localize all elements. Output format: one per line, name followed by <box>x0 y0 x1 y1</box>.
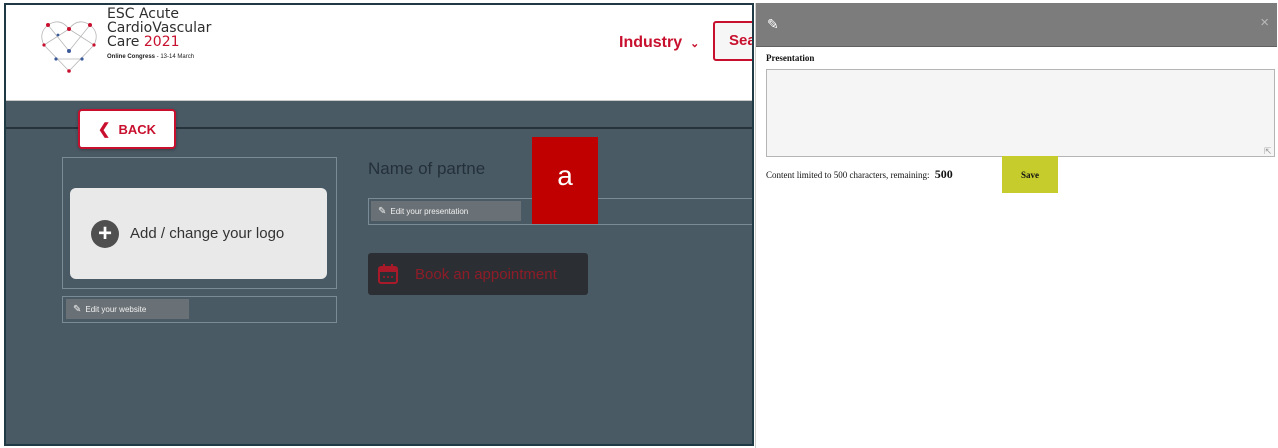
partner-page: ESC Acute CardioVascular Care 2021 Onlin… <box>4 3 754 446</box>
remaining-count: 500 <box>934 167 953 181</box>
plus-circle-icon: + <box>91 219 119 248</box>
congress-logo-text: ESC Acute CardioVascular Care 2021 Onlin… <box>107 7 211 62</box>
site-header: ESC Acute CardioVascular Care 2021 Onlin… <box>6 5 752 101</box>
calendar-icon <box>378 264 398 284</box>
book-appointment-button[interactable]: Book an appointment <box>368 253 588 295</box>
logo-care: Care <box>107 34 140 50</box>
pencil-icon: ✎ <box>378 205 387 217</box>
edit-website-label: Edit your website <box>85 304 147 314</box>
figure-callout-label: a <box>532 137 598 224</box>
close-icon[interactable]: × <box>1260 14 1269 31</box>
industry-menu-label: Industry <box>619 34 683 51</box>
book-appointment-label: Book an appointment <box>415 265 557 283</box>
heart-logo-icon <box>41 21 97 73</box>
edit-website-button[interactable]: ✎ Edit your website <box>66 299 189 319</box>
change-logo-label: Add / change your logo <box>130 225 285 242</box>
logo-year: 2021 <box>143 34 180 50</box>
search-button[interactable]: Sea <box>713 21 752 61</box>
change-logo-button[interactable]: + Add / change your logo <box>70 188 327 279</box>
edit-presentation-label: Edit your presentation <box>390 206 469 216</box>
presentation-field-label: Presentation <box>766 53 815 63</box>
logo-line-2: CardioVascular <box>107 20 212 36</box>
chevron-down-icon: ⌄ <box>690 37 700 50</box>
back-label: BACK <box>118 121 157 137</box>
back-button[interactable]: ❮ BACK <box>78 109 176 149</box>
chevron-left-icon: ❮ <box>97 121 111 138</box>
logo-line-3: Care 2021 <box>107 35 211 49</box>
character-limit-label: Content limited to 500 characters, remai… <box>766 170 930 180</box>
dialog-titlebar: ✎ × <box>756 3 1277 47</box>
logo-sub-dates: - 13-14 March <box>155 54 195 60</box>
character-limit-text: Content limited to 500 characters, remai… <box>766 167 953 182</box>
save-button[interactable]: Save <box>1002 156 1058 193</box>
logo-subtitle: Online Congress - 13-14 March <box>107 52 211 62</box>
logo-sub-bold: Online Congress <box>107 54 156 60</box>
edit-presentation-dialog: ✎ × Presentation ⇱ Content limited to 50… <box>755 3 1277 448</box>
pencil-icon: ✎ <box>767 16 779 32</box>
pencil-icon: ✎ <box>73 303 82 315</box>
logo-line-1: ESC Acute <box>107 6 179 22</box>
partner-name: Name of partne <box>368 159 486 178</box>
presentation-textarea[interactable] <box>766 69 1275 157</box>
industry-menu[interactable]: Industry ⌄ <box>619 31 699 55</box>
resize-handle-icon[interactable]: ⇱ <box>1264 146 1272 157</box>
edit-presentation-button[interactable]: ✎ Edit your presentation <box>371 201 521 221</box>
